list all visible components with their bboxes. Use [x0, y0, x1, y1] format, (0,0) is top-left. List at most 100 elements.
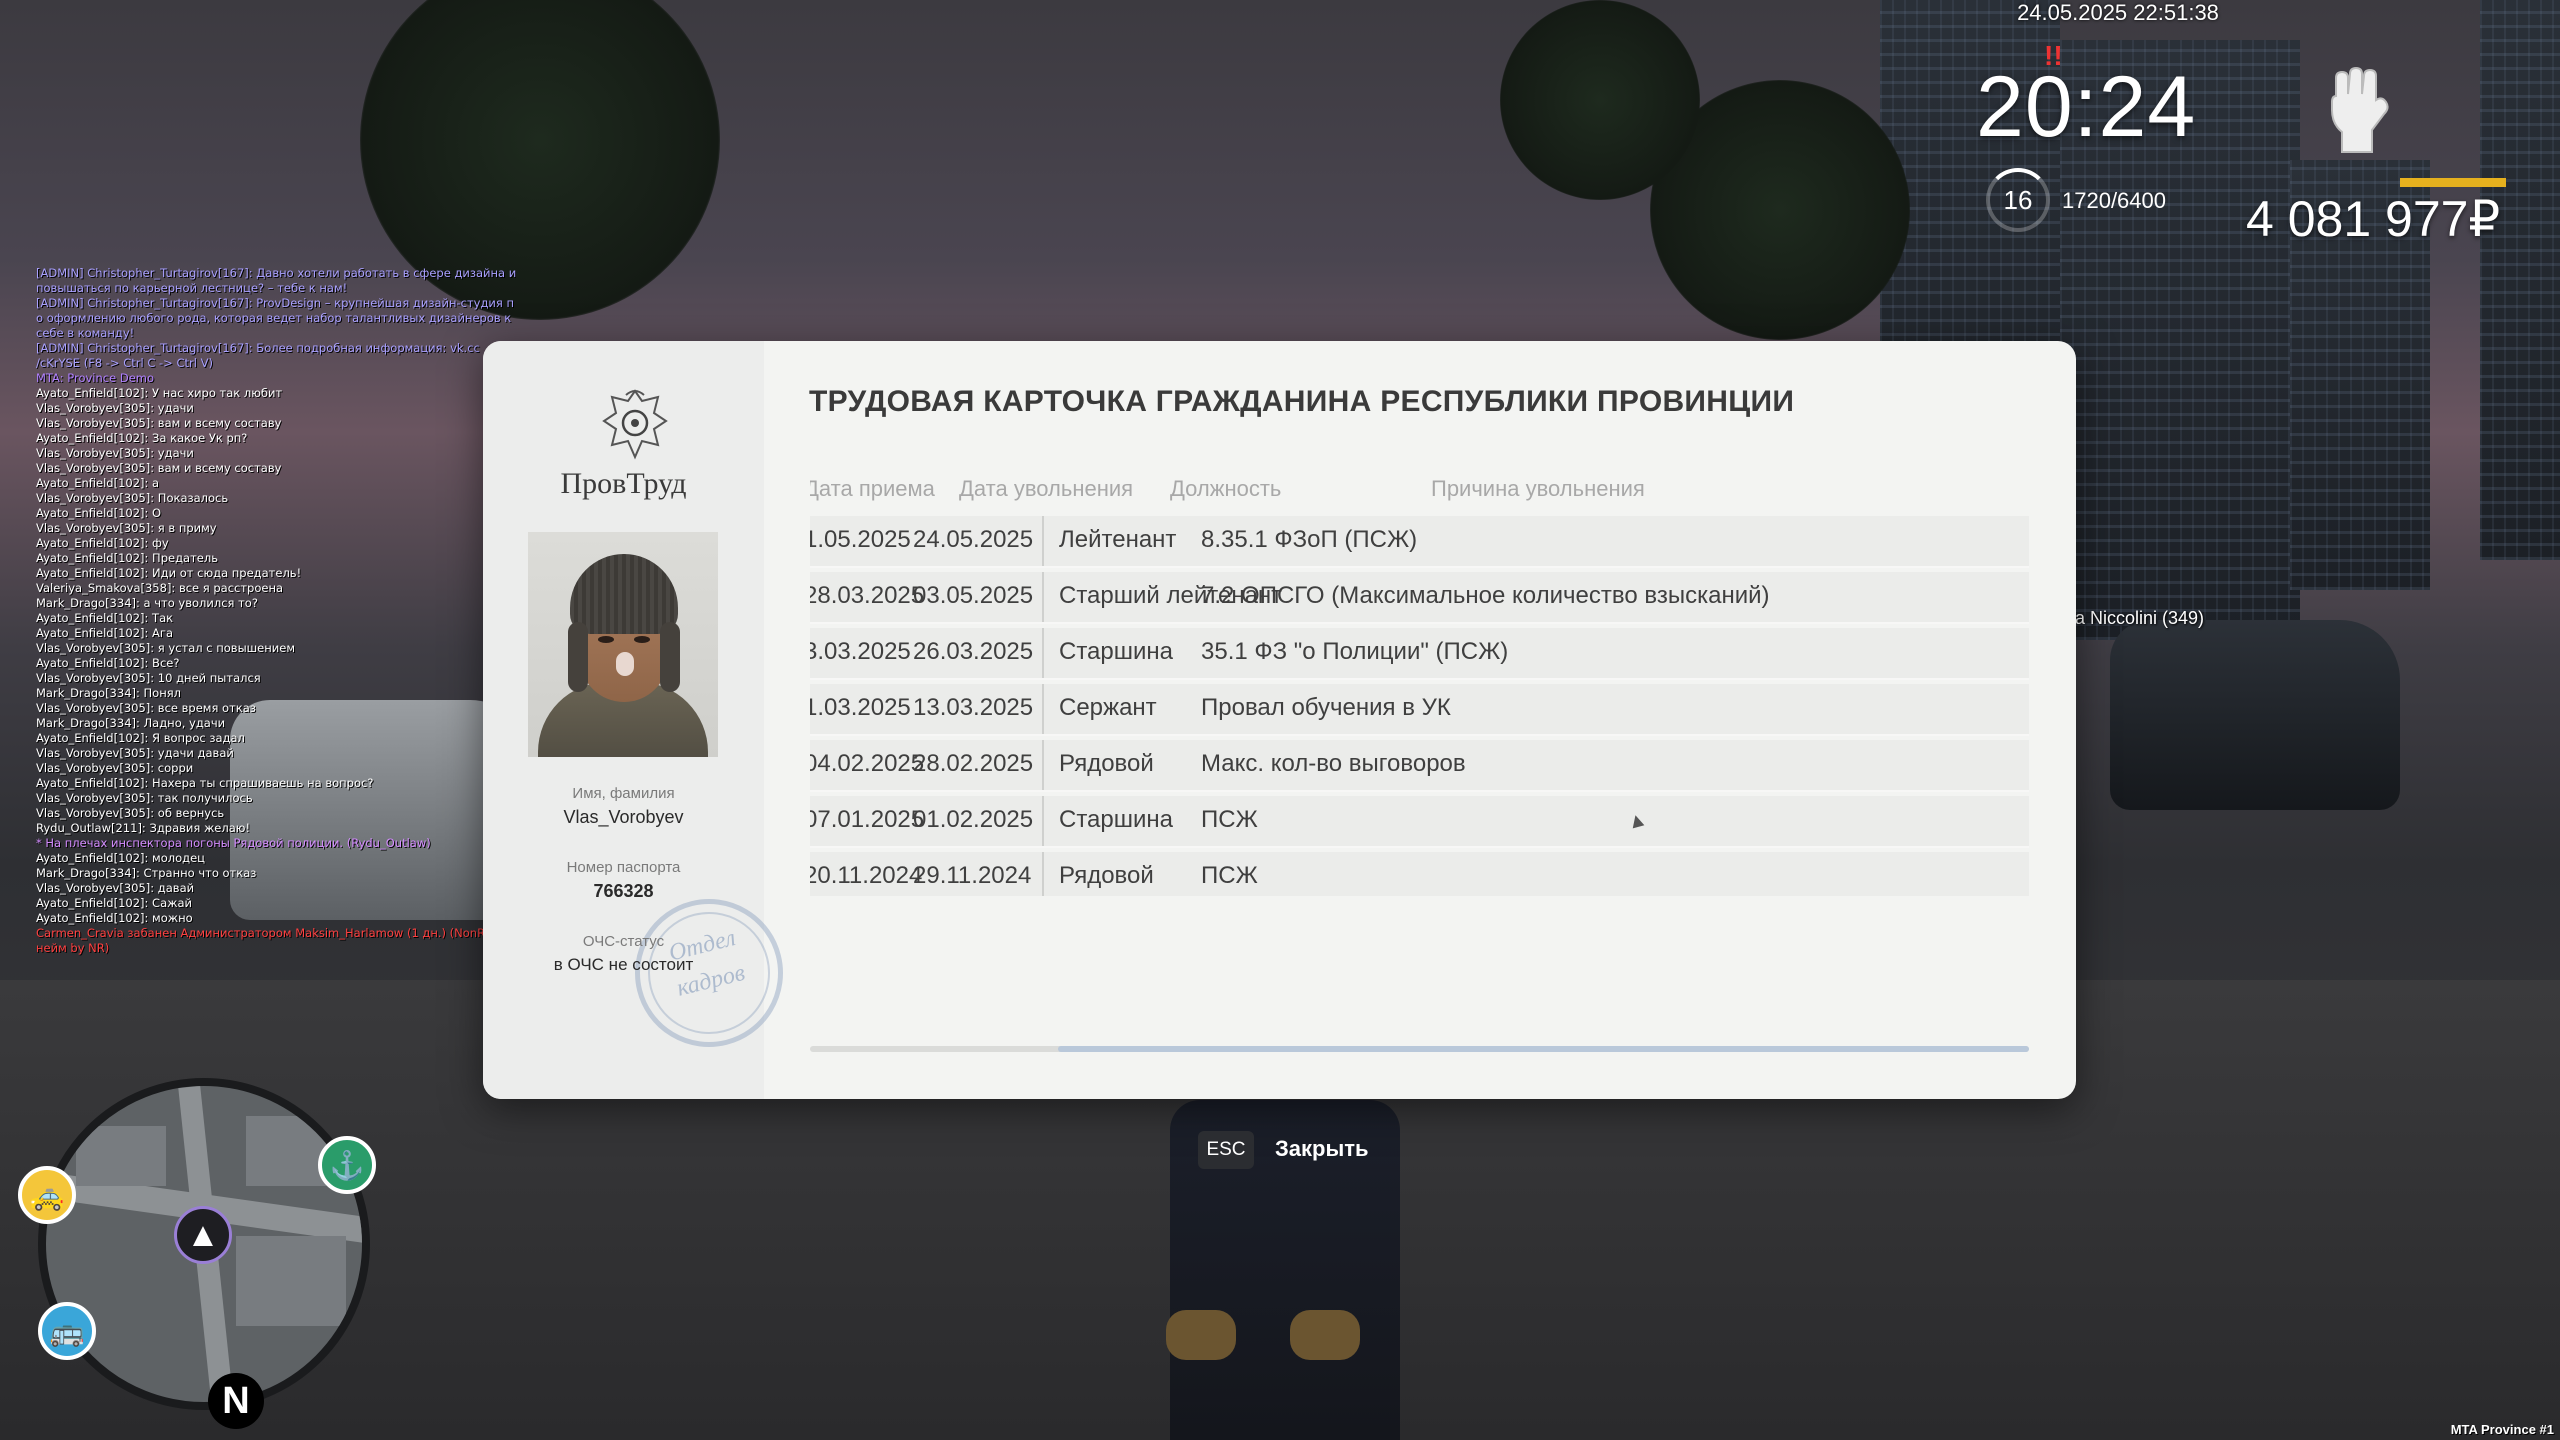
bus-icon: 🚌 — [38, 1302, 96, 1360]
north-indicator: N — [208, 1373, 264, 1429]
close-button[interactable]: Закрыть — [1275, 1136, 1369, 1162]
cell-hire-date: 1.03.2025 — [810, 694, 911, 721]
chat-line: Rydu_Outlaw[211]: Здравия желаю! — [36, 821, 251, 835]
chat-line: Vlas_Vorobyev[305]: вам и всему составу — [36, 416, 282, 430]
chat-line: Vlas_Vorobyev[305]: удачи давай — [36, 746, 234, 760]
cell-reason: ПСЖ — [1201, 806, 1258, 833]
chat-line: Vlas_Vorobyev[305]: сорри — [36, 761, 194, 775]
chat-line: Ayato_Enfield[102]: Я вопрос задал — [36, 731, 245, 745]
chat-line: Vlas_Vorobyev[305]: об вернусь — [36, 806, 225, 820]
citizen-photo — [528, 532, 718, 757]
cell-dismissal-date: 26.03.2025 — [913, 638, 1034, 665]
cell-reason: Макс. кол-во выговоров — [1201, 750, 1466, 777]
chat-line: Vlas_Vorobyev[305]: все время отказ — [36, 701, 256, 715]
chat-line: Ayato_Enfield[102]: можно — [36, 911, 193, 925]
cell-dismissal-date: 01.02.2025 — [913, 806, 1034, 833]
chat-line: [ADMIN] Christopher_Turtagirov[167]: Pro… — [36, 296, 514, 310]
column-position: Должность — [1170, 476, 1282, 501]
chat-line: Vlas_Vorobyev[305]: так получилось — [36, 791, 253, 805]
cell-hire-date: 07.01.2025 — [810, 806, 925, 833]
anchor-icon: ⚓ — [318, 1136, 376, 1194]
table-row: 04.02.2025 28.02.2025 Рядовой Макс. кол-во … — [810, 740, 2029, 792]
chat-line: о оформлению любого рода, которая ведет … — [36, 311, 512, 325]
chat-line: Ayato_Enfield[102]: Так — [36, 611, 174, 625]
chat-line: Ayato_Enfield[102]: Нахера ты спрашиваеш… — [36, 776, 374, 790]
chat-line: Vlas_Vorobyev[305]: Показалось — [36, 491, 229, 505]
cell-dismissal-date: 24.05.2025 — [913, 526, 1034, 553]
chat-line: повышаться по карьерной лестнице? – тебе… — [36, 281, 348, 295]
money-balance: 4 081 977₽ — [2246, 191, 2501, 247]
org-name: ПровТруд — [560, 467, 687, 500]
cell-reason: 8.35.1 ФЗоП (ПСЖ) — [1201, 526, 1418, 553]
chat-line: Vlas_Vorobyev[305]: давай — [36, 881, 195, 895]
chat-line: Vlas_Vorobyev[305]: я в приму — [36, 521, 217, 535]
chat-line: Vlas_Vorobyev[305]: удачи — [36, 401, 194, 415]
chat-line: Ayato_Enfield[102]: Ага — [36, 626, 174, 640]
cell-dismissal-date: 03.05.2025 — [913, 582, 1034, 609]
server-tag: MTA Province #1 — [2450, 1422, 2554, 1437]
cell-dismissal-date: 29.11.2024 — [913, 862, 1032, 889]
och-status-label: ОЧС-статус — [582, 933, 665, 950]
scrollbar-thumb[interactable] — [1058, 1046, 2029, 1052]
cell-hire-date: 04.02.2025 — [810, 750, 925, 777]
chat-line: Ayato_Enfield[102]: Все? — [36, 656, 180, 670]
chat-line: Ayato_Enfield[102]: молодец — [36, 851, 206, 865]
och-status-value: в ОЧС не состоит — [553, 955, 694, 974]
table-row: 20.11.2024 29.11.2024 Рядовой ПСЖ — [810, 852, 2029, 896]
hud-datetime: 24.05.2025 22:51:38 — [2017, 0, 2219, 25]
chat-line: Vlas_Vorobyev[305]: удачи — [36, 446, 194, 460]
chat-line: себе в команду! — [36, 326, 135, 340]
cell-hire-date: 20.11.2024 — [810, 862, 923, 889]
table-row: 07.01.2025 01.02.2025 Старшина ПСЖ — [810, 796, 2029, 848]
money-accent-bar — [2400, 178, 2506, 187]
cell-position: Лейтенант — [1059, 526, 1177, 553]
chat-line: /cKrYSE (F8 -> Ctrl C -> Ctrl V) — [36, 356, 213, 370]
chat-line: * На плечах инспектора погоны Рядовой по… — [36, 836, 431, 850]
cell-hire-date: 3.03.2025 — [810, 638, 911, 665]
fist-icon — [2331, 66, 2389, 153]
chat-line: Vlas_Vorobyev[305]: 10 дней пытался — [36, 671, 261, 685]
chat-line: Ayato_Enfield[102]: фу — [36, 536, 169, 550]
chat-line: Mark_Drago[334]: Странно что отказ — [36, 866, 257, 880]
column-hire-date: Дата приема — [810, 476, 935, 501]
table-row: 28.03.2025 03.05.2025 Старший лейтенант 7.2… — [810, 572, 2029, 624]
name-label: Имя, фамилия — [572, 785, 675, 802]
chat-line: Ayato_Enfield[102]: Сажай — [36, 896, 193, 910]
cell-hire-date: 1.05.2025 — [810, 526, 911, 553]
player-arrow-icon: ▲ — [174, 1206, 232, 1264]
chat-line: Mark_Drago[334]: Ладно, удачи — [36, 716, 226, 730]
chat-line: [ADMIN] Christopher_Turtagirov[167]: Дав… — [36, 266, 516, 280]
cell-hire-date: 28.03.2025 — [810, 582, 925, 609]
name-value: Vlas_Vorobyev — [563, 807, 684, 827]
cell-dismissal-date: 13.03.2025 — [913, 694, 1034, 721]
column-dismissal-date: Дата увольнения — [959, 476, 1134, 501]
chat-line: Valeriya_Smakova[358]: все я расстроена — [36, 581, 284, 595]
table-row: 1.03.2025 13.03.2025 Сержант Провал обучени… — [810, 684, 2029, 736]
table-row: 1.05.2025 24.05.2025 Лейтенант 8.35.1 ФЗоП … — [810, 516, 2029, 568]
table-row: 3.03.2025 26.03.2025 Старшина 35.1 ФЗ "о По… — [810, 628, 2029, 680]
chat-log: [ADMIN] Christopher_Turtagirov[167]: Дав… — [36, 266, 516, 956]
chat-line: Ayato_Enfield[102]: Иди от сюда предател… — [36, 566, 302, 580]
chat-line: Ayato_Enfield[102]: За какое Ук pп? — [36, 431, 248, 445]
passport-label: Номер паспорта — [566, 859, 681, 876]
chat-line: Ayato_Enfield[102]: У нас хиро так любит — [36, 386, 283, 400]
cell-dismissal-date: 28.02.2025 — [913, 750, 1034, 777]
cell-position: Старшина — [1059, 638, 1174, 665]
cell-position: Рядовой — [1059, 750, 1154, 777]
hud-game-time: 20:24 — [1976, 59, 2197, 155]
horizontal-scrollbar[interactable] — [810, 1046, 2029, 1052]
passport-value: 766328 — [593, 881, 654, 901]
cell-position: Старшина — [1059, 806, 1174, 833]
cell-position: Рядовой — [1059, 862, 1154, 889]
chat-line: Ayato_Enfield[102]: а — [36, 476, 160, 490]
chat-line: [ADMIN] Christopher_Turtagirov[167]: Бол… — [36, 341, 480, 355]
esc-key-hint[interactable]: ESC — [1198, 1131, 1254, 1169]
chat-line: Mark_Drago[334]: Понял — [36, 686, 181, 700]
chat-line: Ayato_Enfield[102]: Предатель — [36, 551, 218, 565]
chat-line: Carmen_Cravia забанен Администратором Ma… — [36, 926, 516, 940]
employment-history-table[interactable]: Дата приема Дата увольнения Должность Пр… — [810, 476, 2029, 896]
cell-reason: 7.2 ОПСГО (Максимальное количество взыск… — [1201, 582, 1770, 609]
emblem-icon — [602, 389, 668, 460]
cell-reason: ПСЖ — [1201, 862, 1258, 889]
player-nametag: ya Niccolini (349) — [2066, 608, 2205, 628]
